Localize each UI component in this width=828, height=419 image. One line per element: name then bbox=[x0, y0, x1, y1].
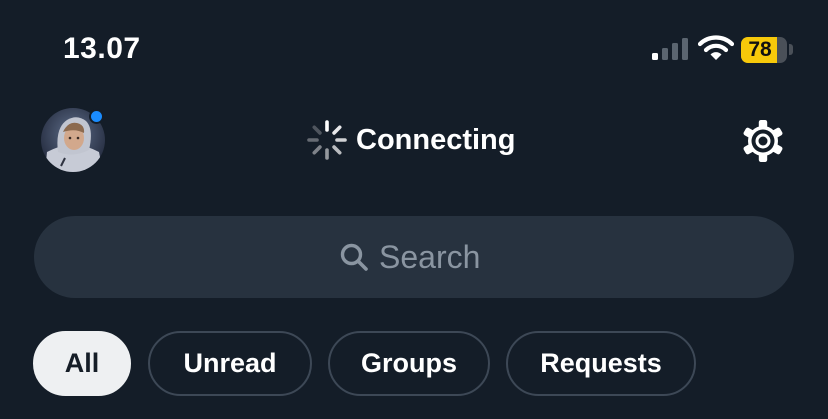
signal-bar bbox=[662, 48, 668, 60]
battery-cap bbox=[789, 44, 793, 55]
header-title-group: Connecting bbox=[306, 118, 516, 162]
battery-icon: 78 bbox=[741, 37, 787, 63]
wifi-icon bbox=[698, 35, 734, 60]
filter-chip-unread[interactable]: Unread bbox=[148, 331, 312, 396]
signal-icon bbox=[652, 38, 690, 60]
filter-chip-groups[interactable]: Groups bbox=[328, 331, 490, 396]
search-bar[interactable] bbox=[34, 216, 794, 298]
gear-icon[interactable] bbox=[740, 118, 786, 164]
filter-chip-requests[interactable]: Requests bbox=[506, 331, 696, 396]
page-title: Connecting bbox=[356, 123, 516, 156]
battery-percentage: 78 bbox=[748, 38, 772, 61]
signal-bar bbox=[682, 38, 688, 60]
search-icon bbox=[340, 243, 368, 271]
search-input[interactable] bbox=[379, 238, 489, 276]
signal-bar bbox=[652, 53, 658, 60]
chats-screen: 13.07 78 Connecting Search All Unread Gr… bbox=[0, 0, 828, 419]
filter-chip-all[interactable]: All bbox=[33, 331, 131, 396]
online-status-dot bbox=[89, 109, 104, 124]
signal-bar bbox=[672, 43, 678, 60]
spinner-icon bbox=[307, 120, 347, 160]
status-time: 13.07 bbox=[63, 32, 141, 65]
